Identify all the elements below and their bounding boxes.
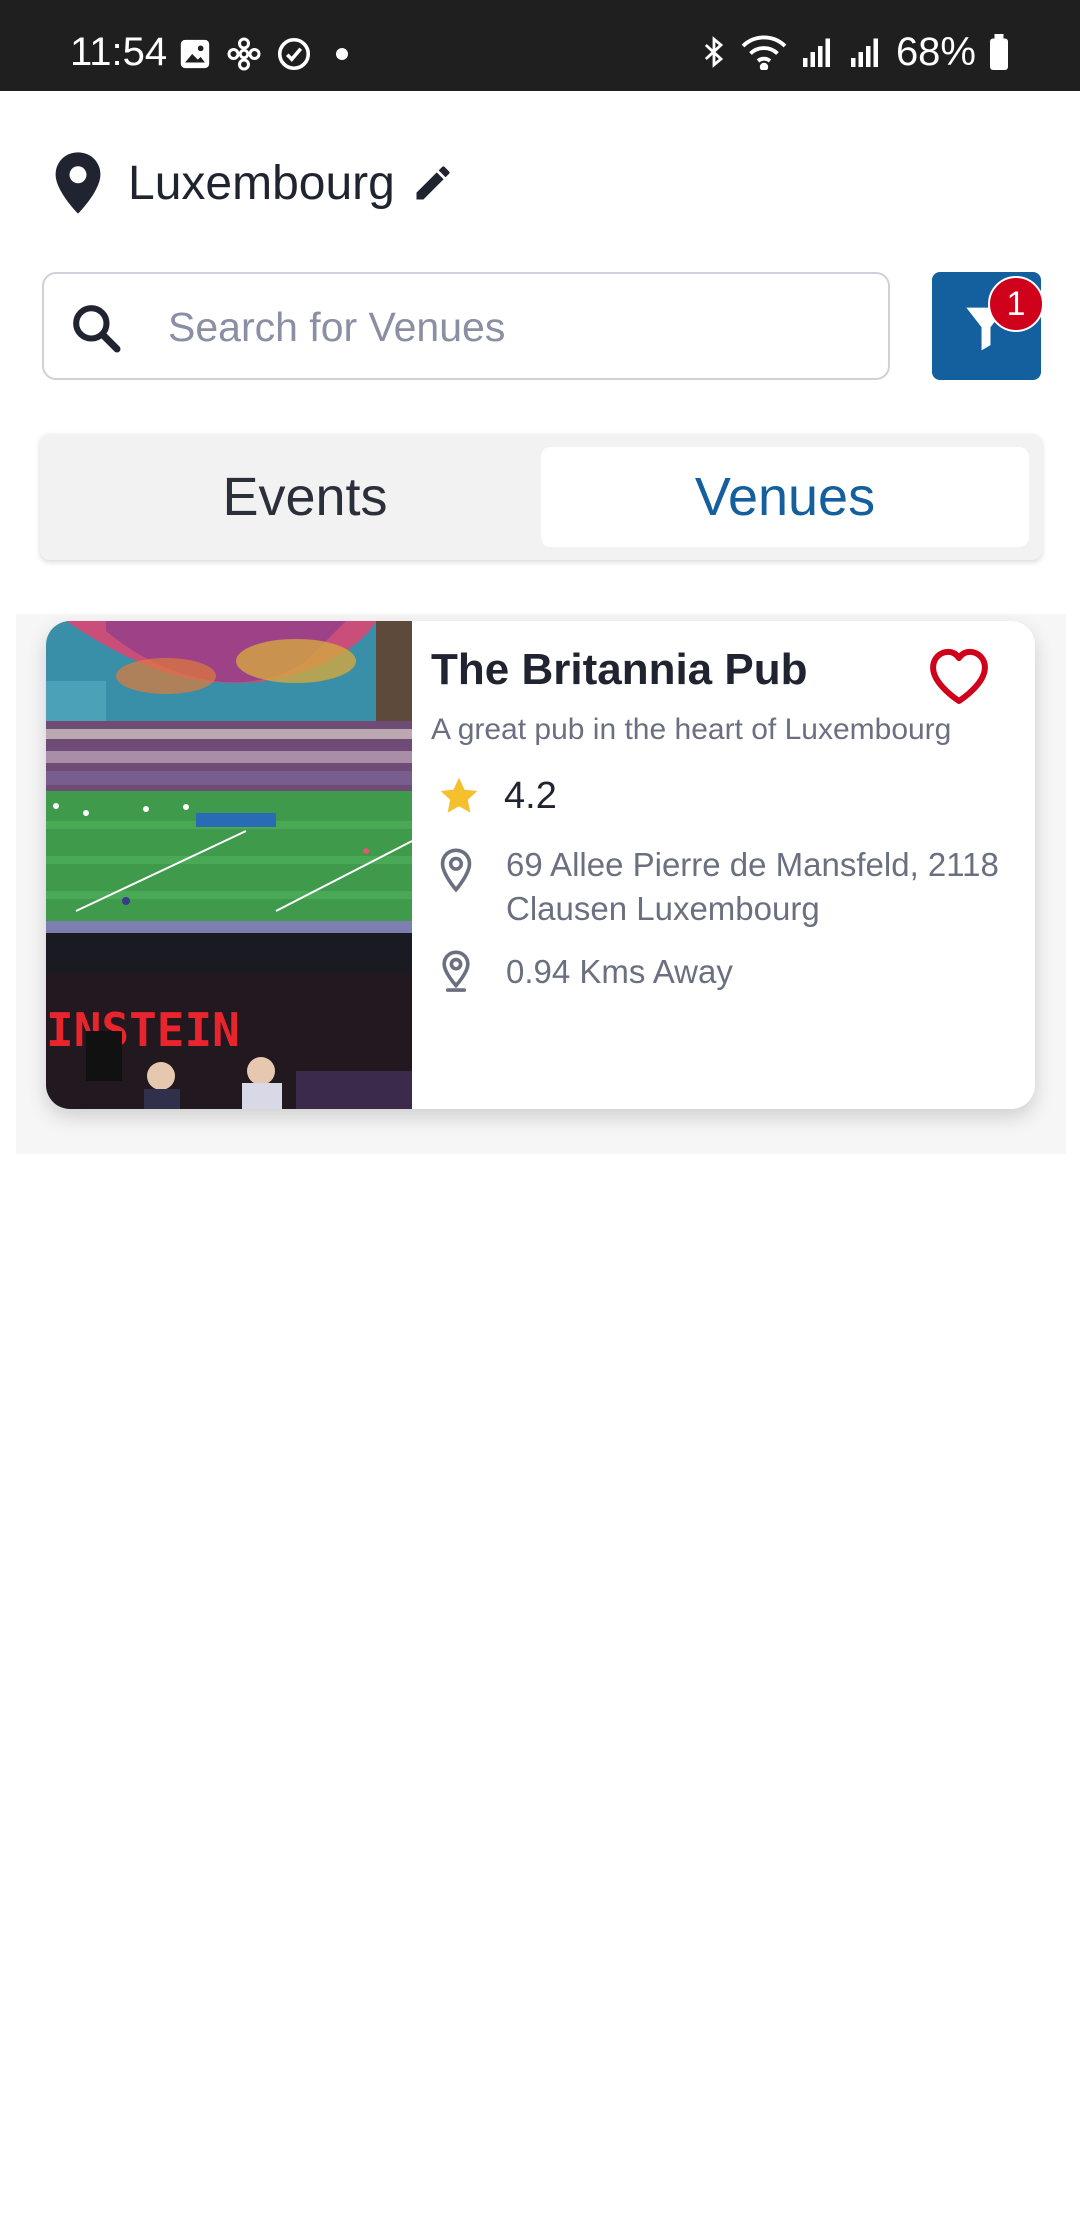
status-time: 11:54 <box>70 30 168 74</box>
status-bar: 11:54 68% <box>0 0 1080 91</box>
system-icons: 68% <box>700 30 1010 74</box>
bluetooth-icon <box>704 36 724 68</box>
image-icon <box>180 39 210 69</box>
location-pin-icon <box>55 152 101 214</box>
segment-tabs: Events Venues <box>40 434 1042 560</box>
star-icon <box>440 777 478 813</box>
svg-text:INSTEIN: INSTEIN <box>46 1003 240 1057</box>
search-bar[interactable] <box>42 272 890 380</box>
distance-pin-icon <box>442 950 470 992</box>
battery-percent: 68% <box>895 29 976 74</box>
edit-pencil-icon[interactable] <box>411 161 455 205</box>
signal-icon <box>802 38 830 67</box>
venue-address: 69 Allee Pierre de Mansfeld, 2118 Clause… <box>506 846 999 927</box>
venue-name: The Britannia Pub <box>431 645 808 694</box>
search-icon <box>73 305 121 353</box>
map-pin-icon <box>440 848 472 893</box>
filter-count-badge: 1 <box>988 276 1044 332</box>
heart-icon[interactable] <box>926 645 992 705</box>
check-circle-icon <box>277 37 311 71</box>
venue-card[interactable]: INSTEIN The Britannia Pub A great pub in… <box>46 621 1035 1109</box>
venue-distance-row: 0.94 Kms Away <box>436 949 733 995</box>
battery-icon <box>990 34 1008 70</box>
tab-events[interactable]: Events <box>50 447 560 547</box>
location-selector[interactable]: Luxembourg <box>48 150 455 216</box>
venue-distance: 0.94 Kms Away <box>506 953 733 990</box>
venue-description: A great pub in the heart of Luxembourg <box>431 713 952 746</box>
flower-icon <box>227 37 261 71</box>
venue-image: INSTEIN <box>46 621 412 1109</box>
location-name: Luxembourg <box>128 156 395 210</box>
notification-icons <box>178 36 348 72</box>
search-input[interactable] <box>168 294 858 360</box>
rating-value: 4.2 <box>504 774 557 817</box>
venue-rating: 4.2 <box>436 771 557 821</box>
signal-icon-2 <box>850 38 878 67</box>
wifi-icon <box>741 35 787 70</box>
notification-dot-icon <box>336 48 348 60</box>
venue-address-row: 69 Allee Pierre de Mansfeld, 2118 Clause… <box>436 843 1035 931</box>
tab-venues[interactable]: Venues <box>541 447 1029 547</box>
